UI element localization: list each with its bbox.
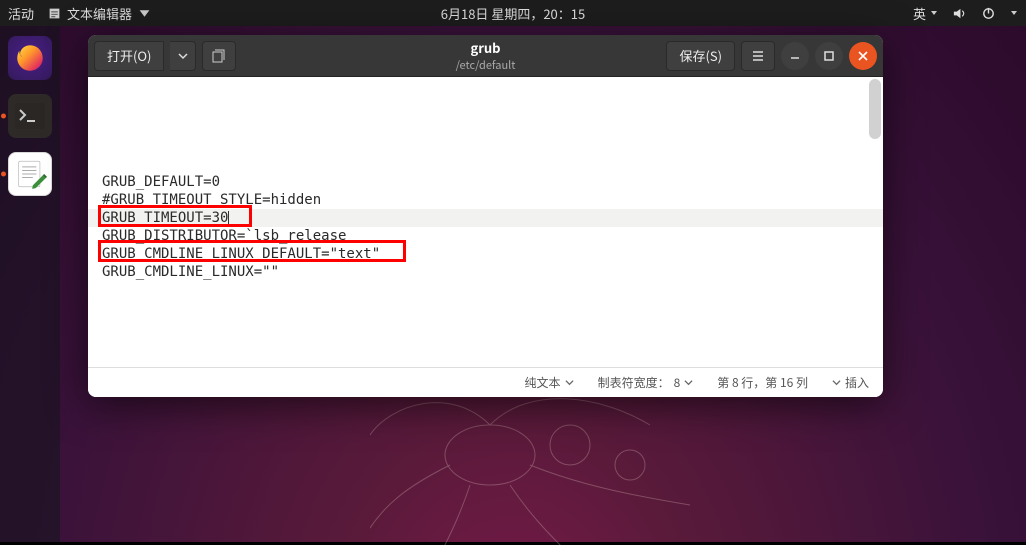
open-button[interactable]: 打开(O): [94, 41, 164, 71]
chevron-down-icon: [565, 378, 574, 387]
activities-button[interactable]: 活动: [8, 4, 34, 23]
close-button[interactable]: [849, 42, 877, 70]
chevron-down-icon: [138, 7, 151, 20]
chevron-down-icon: [930, 9, 938, 17]
power-icon[interactable]: [981, 6, 996, 21]
scrollbar[interactable]: [869, 79, 881, 139]
volume-icon[interactable]: [952, 6, 967, 21]
save-button[interactable]: 保存(S): [666, 41, 735, 71]
launcher-dock: [0, 26, 60, 542]
title-text: grub: [456, 38, 516, 57]
dock-item-text-editor[interactable]: [8, 152, 52, 196]
app-menu-label: 文本编辑器: [67, 4, 132, 23]
ime-label: 英: [913, 4, 926, 23]
wallpaper-graphic: [370, 395, 770, 545]
line-col-indicator: 第 8 行，第 16 列: [717, 374, 808, 391]
text-editor-icon: [13, 157, 47, 191]
dock-item-terminal[interactable]: [8, 94, 52, 138]
insert-mode-indicator[interactable]: 插入: [832, 374, 869, 391]
tab-width-selector[interactable]: 制表符宽度：8: [598, 374, 694, 391]
hamburger-menu[interactable]: [741, 41, 775, 71]
desktop: 活动 文本编辑器 6月18日 星期四，20：15 英: [0, 0, 1026, 542]
minimize-icon: [789, 50, 801, 62]
text-editor-window: 打开(O) grub /etc/default 保存(S): [88, 35, 883, 397]
chevron-down-icon: [684, 378, 693, 387]
firefox-icon: [13, 41, 47, 75]
tab-width-label: 制表符宽度：: [598, 374, 670, 391]
header-bar: 打开(O) grub /etc/default 保存(S): [88, 35, 883, 77]
text-area[interactable]: GRUB_DEFAULT=0#GRUB_TIMEOUT_STYLE=hidden…: [88, 77, 883, 367]
new-tab-button[interactable]: [202, 41, 236, 71]
close-icon: [857, 50, 869, 62]
new-tab-icon: [211, 48, 227, 64]
language-selector[interactable]: 纯文本: [525, 374, 574, 391]
hamburger-icon: [751, 49, 765, 63]
chevron-down-icon: [178, 51, 188, 61]
input-method[interactable]: 英: [913, 4, 938, 23]
language-label: 纯文本: [525, 374, 561, 391]
status-bar: 纯文本 制表符宽度：8 第 8 行，第 16 列 插入: [88, 367, 883, 397]
tab-width-value: 8: [674, 374, 681, 391]
open-dropdown[interactable]: [170, 41, 196, 71]
minimize-button[interactable]: [781, 42, 809, 70]
clock[interactable]: 6月18日 星期四，20：15: [441, 4, 585, 23]
text-content: GRUB_DEFAULT=0#GRUB_TIMEOUT_STYLE=hidden…: [102, 173, 869, 281]
subtitle-text: /etc/default: [456, 57, 516, 73]
text-editor-icon: [48, 7, 61, 20]
app-menu[interactable]: 文本编辑器: [48, 4, 151, 23]
mode-label: 插入: [845, 374, 869, 391]
maximize-icon: [823, 50, 835, 62]
maximize-button[interactable]: [815, 42, 843, 70]
chevron-down-icon[interactable]: [1010, 9, 1018, 17]
chevron-down-icon: [832, 378, 841, 387]
dock-item-firefox[interactable]: [8, 36, 52, 80]
top-bar: 活动 文本编辑器 6月18日 星期四，20：15 英: [0, 0, 1026, 26]
terminal-icon: [15, 103, 45, 129]
window-title: grub /etc/default: [456, 38, 516, 73]
